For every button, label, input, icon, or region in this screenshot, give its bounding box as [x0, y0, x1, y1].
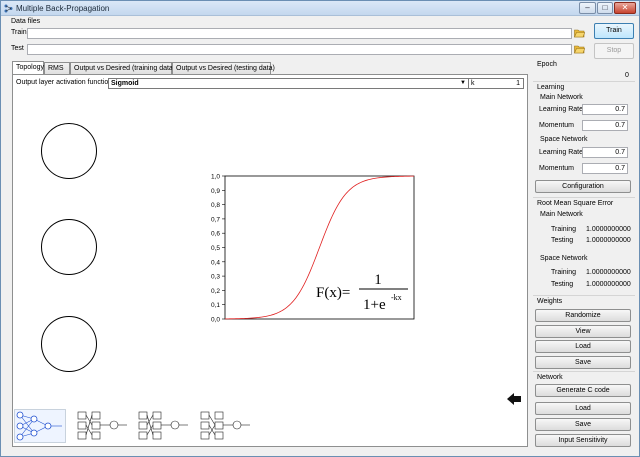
- chevron-down-icon: ▼: [460, 80, 466, 86]
- rms-space-network-label: Space Network: [540, 255, 588, 262]
- y-axis-ticks: 1,0 0,9 0,8 0,7 0,6 0,5 0,4 0,3 0,2 0,1 0,0: [211, 174, 225, 324]
- test-file-input[interactable]: [27, 44, 572, 55]
- back-arrow-icon[interactable]: [506, 392, 522, 406]
- main-learning-rate-input[interactable]: 0.7: [582, 104, 628, 115]
- activation-function-plot: 1,00,90,80,70,60,50,40,30,20,10,0 F(x)= …: [211, 174, 415, 324]
- epoch-value: 0: [625, 72, 629, 79]
- divider: [533, 295, 635, 296]
- tab-topology[interactable]: Topology: [12, 61, 44, 74]
- tab-output-testing[interactable]: Output vs Desired (testing data): [172, 62, 275, 74]
- network-thumbnail-icon[interactable]: [135, 409, 191, 443]
- rms-main-network-label: Main Network: [540, 211, 583, 218]
- activation-value: Sigmoid: [111, 80, 139, 87]
- window-title: Multiple Back-Propagation: [16, 4, 110, 13]
- y-tick-label: 0,5: [211, 245, 220, 252]
- neuron[interactable]: [41, 123, 97, 179]
- open-folder-icon[interactable]: [574, 28, 585, 38]
- data-files-label: Data files: [11, 18, 41, 25]
- train-file-input[interactable]: [27, 28, 572, 39]
- load-weights-button[interactable]: Load: [535, 340, 631, 353]
- stop-button[interactable]: Stop: [594, 43, 634, 59]
- neuron[interactable]: [41, 316, 97, 372]
- rms-space-training-label: Training: [551, 269, 577, 276]
- view-weights-button[interactable]: View: [535, 325, 631, 338]
- network-thumbnail-icon[interactable]: [74, 409, 130, 443]
- app-window: Multiple Back-Propagation – □ ✕ Data fil…: [0, 0, 640, 457]
- app-icon: [4, 4, 13, 13]
- title-bar: Multiple Back-Propagation – □ ✕: [1, 1, 639, 16]
- randomize-weights-button[interactable]: Randomize: [535, 309, 631, 322]
- formula-exponent: -kx: [391, 293, 402, 302]
- close-button[interactable]: ✕: [614, 2, 636, 14]
- k-input[interactable]: k 1: [468, 78, 524, 89]
- k-label: k: [471, 80, 475, 87]
- train-button[interactable]: Train: [594, 23, 634, 39]
- network-thumbnail-icon[interactable]: [14, 409, 66, 443]
- y-tick-label: 0,4: [211, 259, 220, 266]
- rms-space-testing-label: Testing: [551, 281, 574, 288]
- tab-output-training[interactable]: Output vs Desired (training data): [70, 62, 175, 74]
- maximize-button[interactable]: □: [597, 2, 613, 14]
- space-momentum-label: Momentum: [539, 165, 575, 172]
- formula-lhs: F(x)=: [316, 285, 350, 301]
- network-thumbnail-icon[interactable]: [197, 409, 253, 443]
- divider: [533, 81, 635, 82]
- minimize-button[interactable]: –: [579, 2, 596, 14]
- configuration-button[interactable]: Configuration: [535, 180, 631, 193]
- y-tick-label: 0,2: [211, 288, 220, 295]
- minimize-icon: –: [585, 3, 590, 12]
- rms-main-training-value: 1.0000000000: [586, 226, 631, 233]
- test-label: Test: [11, 45, 24, 52]
- space-momentum-input[interactable]: 0.7: [582, 163, 628, 174]
- formula-numerator: 1: [374, 272, 382, 288]
- y-tick-label: 1,0: [211, 174, 220, 181]
- y-tick-label: 0,7: [211, 216, 220, 223]
- divider: [533, 197, 635, 198]
- space-learning-rate-label: Learning Rate: [539, 149, 583, 156]
- main-network-label: Main Network: [540, 94, 583, 101]
- input-sensitivity-button[interactable]: Input Sensitivity: [535, 434, 631, 447]
- main-momentum-input[interactable]: 0.7: [582, 120, 628, 131]
- epoch-label: Epoch: [537, 61, 557, 68]
- y-tick-label: 0,9: [211, 188, 220, 195]
- activation-label: Output layer activation function: [16, 79, 113, 86]
- rms-space-training-value: 1.0000000000: [586, 269, 631, 276]
- y-tick-label: 0,1: [211, 302, 220, 309]
- rms-main-training-label: Training: [551, 226, 577, 233]
- load-network-button[interactable]: Load: [535, 402, 631, 415]
- network-label: Network: [537, 374, 563, 381]
- main-momentum-label: Momentum: [539, 122, 575, 129]
- formula-denominator: 1+e: [363, 297, 386, 313]
- rms-label: Root Mean Square Error: [537, 200, 614, 207]
- open-folder-icon[interactable]: [574, 44, 585, 54]
- rms-space-testing-value: 1.0000000000: [586, 281, 631, 288]
- y-tick-label: 0,0: [211, 317, 220, 324]
- rms-main-testing-label: Testing: [551, 237, 574, 244]
- main-learning-rate-label: Learning Rate: [539, 106, 583, 113]
- tab-rms[interactable]: RMS: [44, 62, 70, 74]
- save-network-button[interactable]: Save: [535, 418, 631, 431]
- close-icon: ✕: [621, 3, 629, 12]
- train-label: Train: [11, 29, 27, 36]
- neuron[interactable]: [41, 219, 97, 275]
- k-value: 1: [516, 80, 520, 87]
- activation-select[interactable]: Sigmoid ▼: [108, 78, 469, 89]
- y-tick-label: 0,8: [211, 202, 220, 209]
- y-tick-label: 0,3: [211, 274, 220, 281]
- divider: [533, 371, 635, 372]
- space-network-label: Space Network: [540, 136, 588, 143]
- learning-label: Learning: [537, 84, 565, 91]
- maximize-icon: □: [602, 3, 608, 12]
- weights-label: Weights: [537, 298, 563, 305]
- space-learning-rate-input[interactable]: 0.7: [582, 147, 628, 158]
- rms-main-testing-value: 1.0000000000: [586, 237, 631, 244]
- save-weights-button[interactable]: Save: [535, 356, 631, 369]
- generate-c-code-button[interactable]: Generate C code: [535, 384, 631, 397]
- y-tick-label: 0,6: [211, 231, 220, 238]
